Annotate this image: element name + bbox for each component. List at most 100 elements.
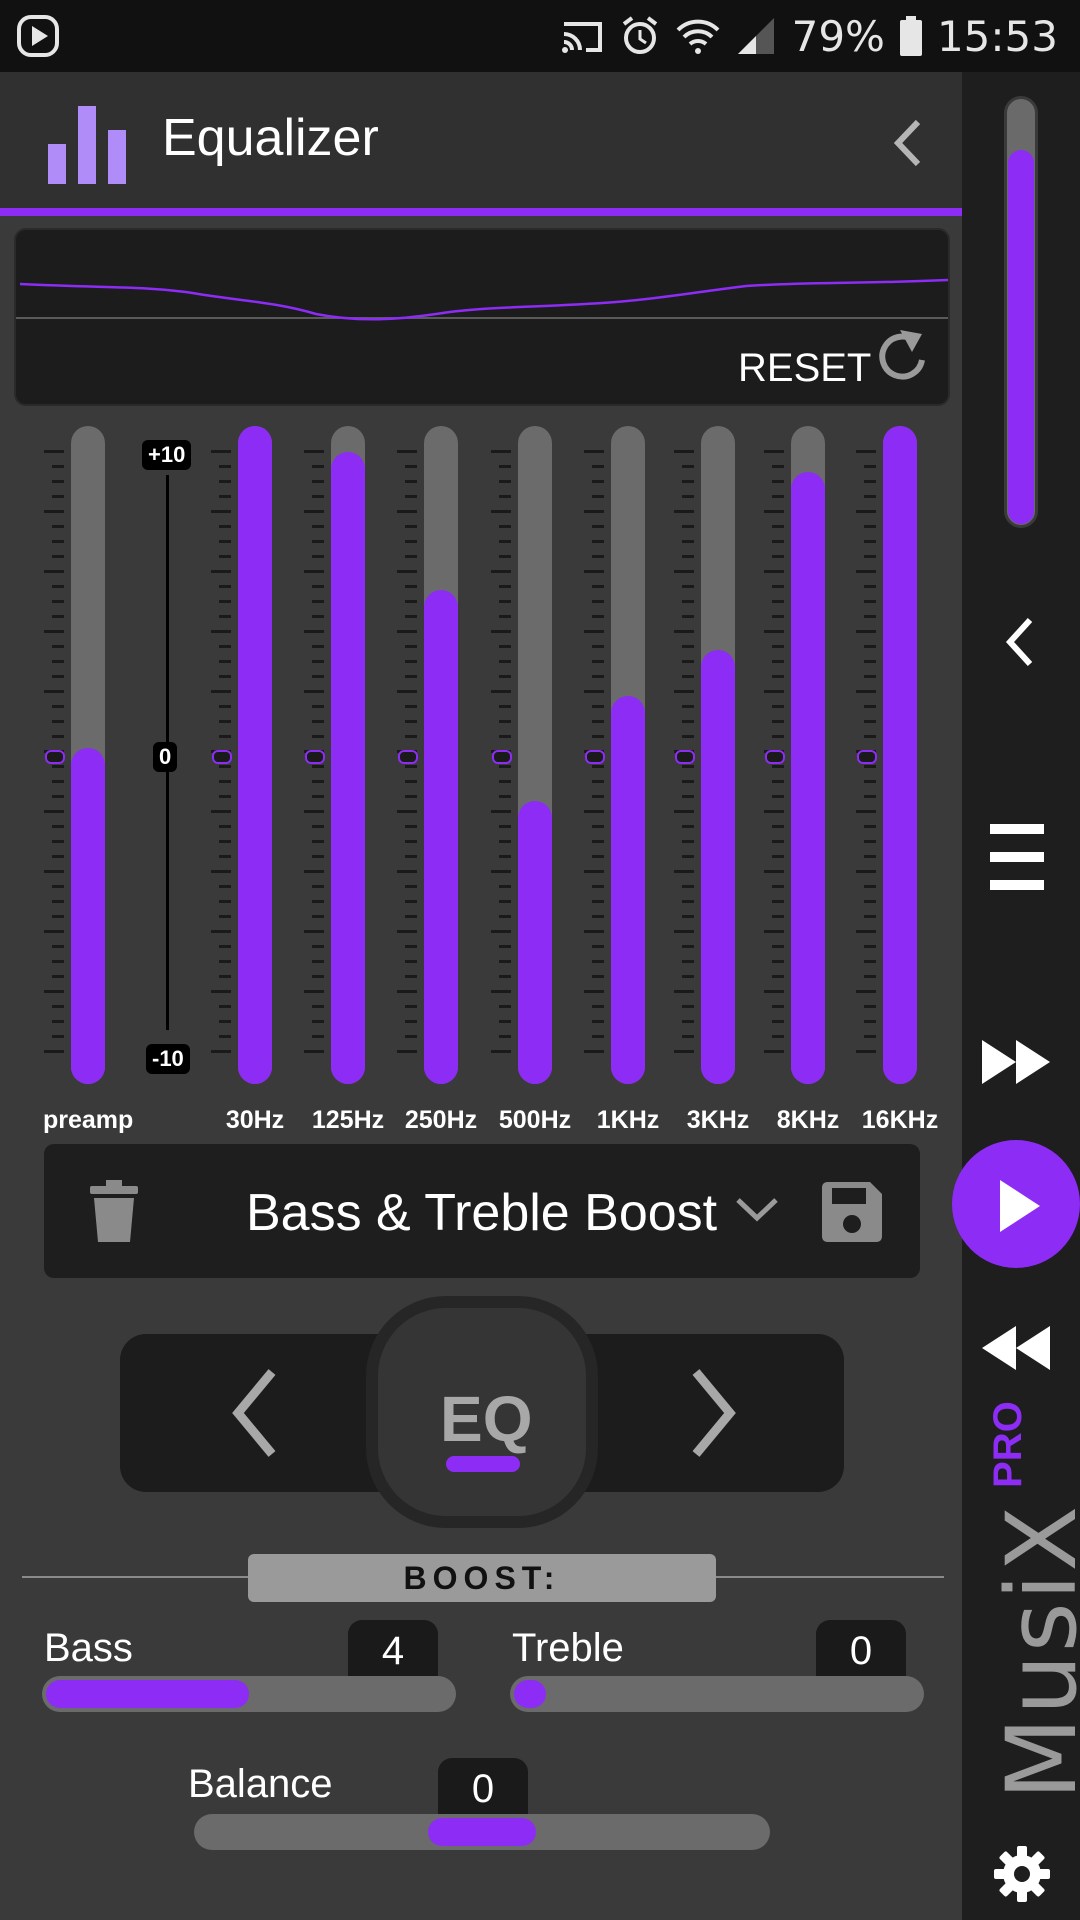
tick — [219, 900, 231, 903]
balance-label: Balance — [188, 1762, 333, 1806]
zero-marker — [585, 750, 605, 764]
tick — [405, 645, 417, 648]
app-header — [0, 72, 962, 212]
tick — [499, 735, 511, 738]
tick — [405, 975, 417, 978]
tick — [499, 600, 511, 603]
tick — [856, 810, 876, 813]
tick — [219, 780, 231, 783]
tick — [499, 825, 511, 828]
tick — [592, 660, 604, 663]
tick — [592, 720, 604, 723]
tick — [764, 810, 784, 813]
tick — [52, 615, 64, 618]
tick — [674, 990, 694, 993]
band-label: 3KHz — [686, 1106, 750, 1134]
tick — [682, 1035, 694, 1038]
tick — [312, 720, 324, 723]
tick — [491, 570, 511, 573]
play-button[interactable] — [952, 1140, 1080, 1268]
equalizer-logo-icon — [48, 106, 126, 184]
tick — [312, 480, 324, 483]
reset-icon[interactable] — [872, 326, 932, 386]
settings-gear-icon[interactable] — [992, 1844, 1052, 1904]
tick — [304, 510, 324, 513]
treble-slider[interactable] — [510, 1676, 924, 1712]
tick — [52, 975, 64, 978]
tick — [397, 510, 417, 513]
reset-button[interactable]: RESET — [738, 346, 871, 391]
band-label: 500Hz — [498, 1106, 572, 1134]
balance-slider-thumb[interactable] — [428, 1818, 536, 1846]
tick — [52, 465, 64, 468]
tick — [312, 465, 324, 468]
menu-tab-icon[interactable] — [952, 790, 1080, 930]
tick — [856, 570, 876, 573]
tick — [312, 975, 324, 978]
tick — [52, 705, 64, 708]
tick — [864, 945, 876, 948]
tick — [864, 1020, 876, 1023]
tick — [52, 675, 64, 678]
tick — [682, 900, 694, 903]
tick — [499, 975, 511, 978]
balance-value: 0 — [438, 1758, 528, 1818]
tick — [682, 840, 694, 843]
tick — [491, 690, 511, 693]
tick — [682, 525, 694, 528]
fast-forward-icon[interactable] — [980, 1036, 1054, 1088]
tick — [405, 540, 417, 543]
previous-preset-icon[interactable] — [228, 1368, 280, 1458]
tick — [499, 645, 511, 648]
tick — [674, 630, 694, 633]
tick — [52, 960, 64, 963]
delete-preset-icon[interactable] — [88, 1180, 140, 1244]
tick — [682, 645, 694, 648]
tick — [682, 795, 694, 798]
tick — [772, 975, 784, 978]
band-label: preamp — [43, 1106, 134, 1134]
rewind-icon[interactable] — [978, 1322, 1052, 1374]
tick — [219, 1005, 231, 1008]
tick — [592, 615, 604, 618]
tick — [211, 870, 231, 873]
bass-slider-fill — [46, 1680, 249, 1708]
tick — [592, 1005, 604, 1008]
back-chevron-icon[interactable] — [890, 118, 926, 168]
tick — [499, 795, 511, 798]
tick — [682, 780, 694, 783]
chevron-left-icon[interactable] — [1000, 614, 1040, 670]
zero-marker — [765, 750, 785, 764]
tick — [864, 555, 876, 558]
tick — [764, 450, 784, 453]
treble-slider-fill — [514, 1680, 546, 1708]
next-preset-icon[interactable] — [688, 1368, 740, 1458]
save-preset-icon[interactable] — [820, 1180, 884, 1244]
tick — [405, 825, 417, 828]
tick — [772, 675, 784, 678]
tick — [52, 600, 64, 603]
tick — [682, 555, 694, 558]
tick — [52, 660, 64, 663]
tick — [397, 630, 417, 633]
tick — [304, 450, 324, 453]
dropdown-chevron-icon[interactable] — [734, 1196, 780, 1224]
tick — [764, 630, 784, 633]
band-slider-fill — [701, 650, 735, 1084]
tick — [864, 900, 876, 903]
tick — [772, 540, 784, 543]
tick — [772, 1035, 784, 1038]
tick — [772, 840, 784, 843]
tick — [764, 930, 784, 933]
tick — [592, 480, 604, 483]
tick — [764, 1050, 784, 1053]
preset-name[interactable]: Bass & Treble Boost — [246, 1183, 717, 1243]
tick — [219, 645, 231, 648]
tick — [312, 1020, 324, 1023]
tick — [491, 990, 511, 993]
tick — [772, 1005, 784, 1008]
tick — [864, 885, 876, 888]
tick — [491, 630, 511, 633]
band-slider-fill — [518, 801, 552, 1084]
tick — [52, 645, 64, 648]
